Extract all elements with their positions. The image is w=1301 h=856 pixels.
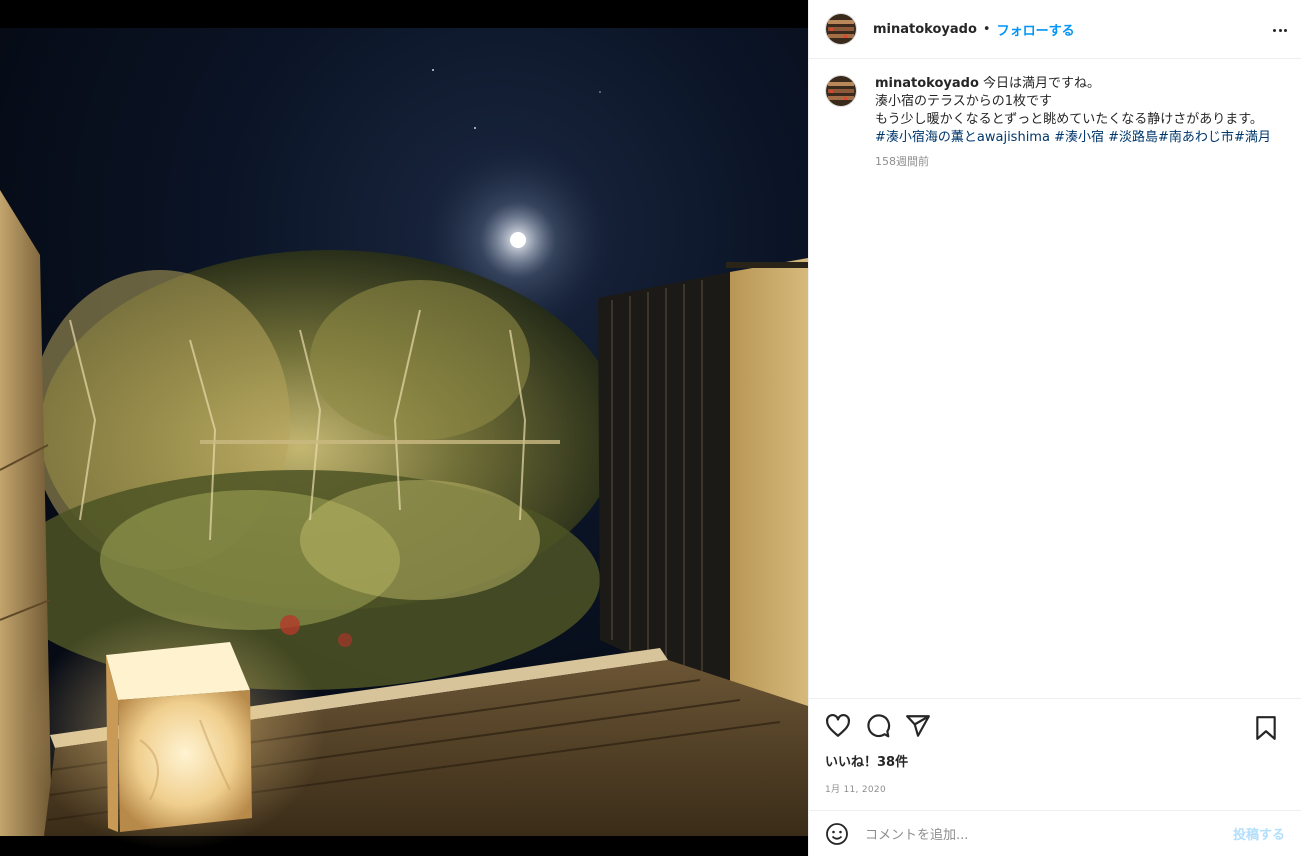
comments-area: minatokoyado 今日は満月ですね。 湊小宿のテラスからの1枚です もう…: [809, 59, 1301, 697]
post-photo[interactable]: [0, 0, 808, 856]
post-side-panel: minatokoyado • フォローする minatokoyado 今日は満月…: [808, 0, 1301, 856]
post-actions: いいね！38件 1月 11, 2020: [809, 698, 1301, 810]
follow-button[interactable]: フォローする: [997, 20, 1075, 39]
caption-text: minatokoyado 今日は満月ですね。 湊小宿のテラスからの1枚です もう…: [875, 75, 1285, 147]
more-options-icon[interactable]: [1269, 20, 1291, 40]
hashtag[interactable]: #満月: [1234, 130, 1271, 145]
emoji-icon[interactable]: [825, 822, 849, 846]
caption: minatokoyado 今日は満月ですね。 湊小宿のテラスからの1枚です もう…: [825, 75, 1285, 169]
caption-line-2: 湊小宿のテラスからの1枚です: [875, 94, 1053, 109]
hashtag[interactable]: #南あわじ市: [1158, 130, 1234, 145]
caption-avatar[interactable]: [825, 75, 857, 107]
bookmark-icon[interactable]: [1253, 715, 1279, 741]
post-date: 1月 11, 2020: [825, 785, 886, 795]
hashtags: #湊小宿海の薫とawajishima #湊小宿 #淡路島#南あわじ市#満月: [875, 130, 1271, 145]
comment-bar: コメントを追加... 投稿する: [809, 810, 1301, 856]
hashtag[interactable]: #淡路島: [1108, 130, 1158, 145]
post-comment-button[interactable]: 投稿する: [1233, 824, 1285, 843]
username[interactable]: minatokoyado: [873, 22, 977, 37]
heart-icon[interactable]: [825, 713, 851, 739]
caption-line-3: もう少し暖かくなるとずっと眺めていたくなる静けさがあります。: [875, 112, 1263, 127]
share-icon[interactable]: [905, 713, 931, 739]
caption-line-1: 今日は満月ですね。: [983, 76, 1101, 91]
night-terrace-photo: [0, 0, 808, 856]
hashtag[interactable]: #湊小宿海の薫とawajishima: [875, 130, 1050, 145]
avatar[interactable]: [825, 13, 857, 45]
post-header: minatokoyado • フォローする: [809, 0, 1301, 59]
separator-dot: •: [982, 21, 991, 37]
comment-input[interactable]: コメントを追加...: [865, 824, 1233, 843]
hashtag[interactable]: #湊小宿: [1054, 130, 1104, 145]
caption-username[interactable]: minatokoyado: [875, 76, 979, 91]
time-ago[interactable]: 158週間前: [875, 153, 1285, 169]
likes-count[interactable]: いいね！38件: [809, 751, 1301, 770]
comment-icon[interactable]: [865, 713, 891, 739]
